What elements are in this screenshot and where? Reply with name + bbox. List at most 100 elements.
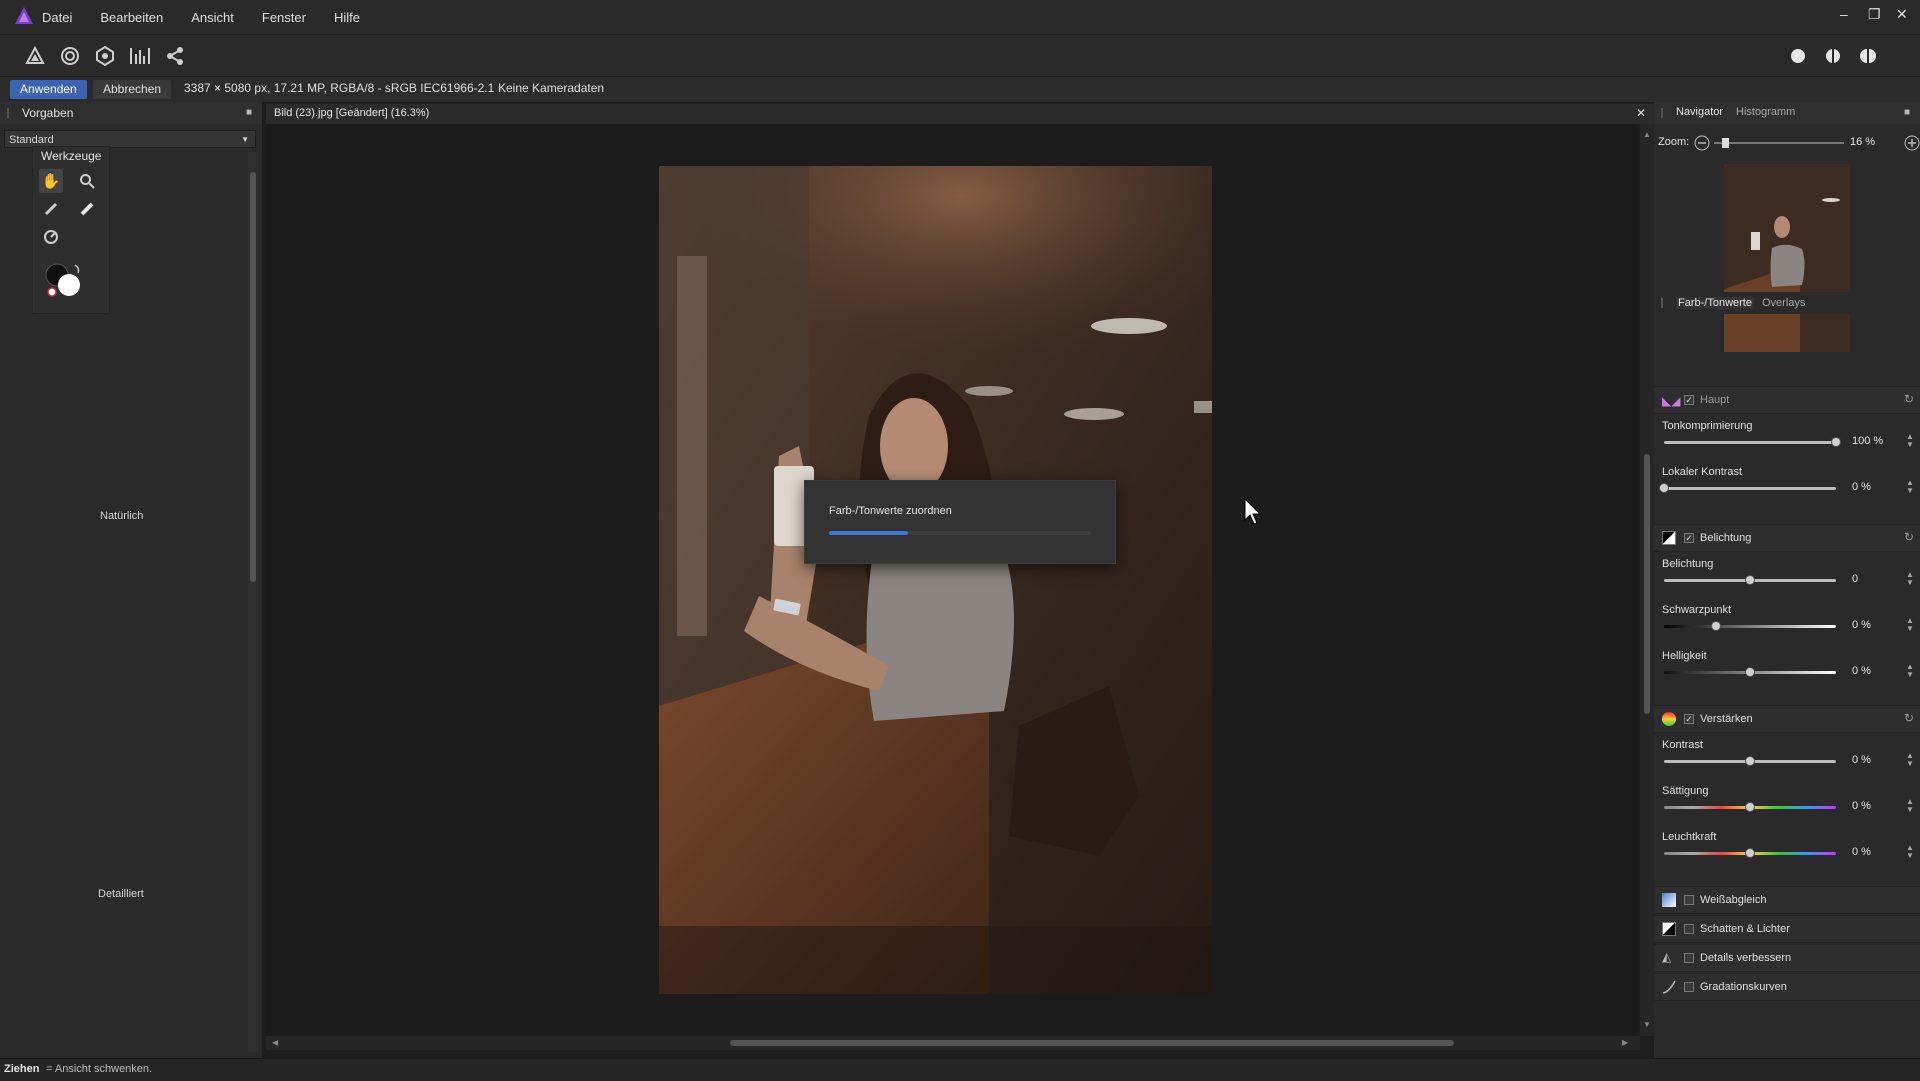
zoom-slider-knob[interactable] [1721, 138, 1729, 148]
exposure-stepper-icon[interactable]: ▲ ▼ [1906, 617, 1914, 633]
preset-detailed[interactable]: Detailliert [98, 888, 144, 900]
scroll-left-icon[interactable]: ◀ [272, 1038, 278, 1047]
histogram-icon[interactable] [127, 43, 153, 69]
mirrored-view-icon[interactable] [1856, 44, 1880, 68]
photo-canvas[interactable] [659, 166, 1212, 994]
document-title[interactable]: Bild (23).jpg [Geändert] (16.3%) [274, 107, 429, 119]
shadows-highlights-checkbox[interactable] [1684, 924, 1694, 934]
erase-brush-tool-icon[interactable] [75, 197, 99, 221]
exposure-slider-knob[interactable] [1745, 667, 1755, 677]
enhance-stepper-icon[interactable]: ▲ ▼ [1906, 844, 1914, 860]
presets-scrollbar[interactable] [248, 152, 258, 1052]
zoom-value[interactable]: 16 % [1850, 136, 1875, 148]
scroll-down-icon[interactable]: ▼ [1643, 1020, 1651, 1029]
panel-menu-icon[interactable]: ■ [246, 107, 252, 118]
close-window-button[interactable]: ✕ [1896, 6, 1908, 23]
exposure-checkbox[interactable]: ✓ [1684, 533, 1694, 543]
tab-tone[interactable]: Farb-/Tonwerte [1676, 297, 1754, 309]
details-checkbox[interactable] [1684, 953, 1694, 963]
preset-natural[interactable]: Natürlich [100, 510, 143, 522]
menu-hilfe[interactable]: Hilfe [334, 10, 360, 25]
canvas-horizontal-scrollbar-thumb[interactable] [730, 1040, 1454, 1046]
presets-scrollbar-thumb[interactable] [250, 172, 256, 582]
panel-grip-icon[interactable] [1661, 298, 1663, 308]
canvas-vertical-scrollbar[interactable]: ▲ ▼ [1640, 124, 1654, 1036]
split-view-icon[interactable] [1821, 44, 1845, 68]
tone-mapping-persona-icon[interactable] [57, 43, 83, 69]
enhance-checkbox[interactable]: ✓ [1684, 714, 1694, 724]
canvas-vertical-scrollbar-thumb[interactable] [1644, 454, 1650, 714]
main-slider-track[interactable] [1664, 441, 1836, 444]
enhance-slider-value[interactable]: 0 % [1852, 800, 1871, 812]
section-curves[interactable]: Gradationskurven [1654, 973, 1920, 1001]
main-slider-value[interactable]: 100 % [1852, 435, 1883, 447]
zoom-slider[interactable] [1714, 138, 1844, 148]
exposure-slider-knob[interactable] [1710, 621, 1721, 631]
close-document-icon[interactable]: ✕ [1636, 106, 1646, 120]
enhance-slider-value[interactable]: 0 % [1852, 754, 1871, 766]
cancel-button[interactable]: Abbrechen [93, 80, 172, 99]
panel-grip-icon[interactable] [1661, 108, 1663, 118]
export-persona-icon[interactable] [92, 43, 118, 69]
brush-tool-icon[interactable] [39, 197, 63, 221]
section-shadows-highlights[interactable]: Schatten & Lichter [1654, 915, 1920, 943]
enhance-slider-value[interactable]: 0 % [1852, 846, 1871, 858]
reset-icon[interactable]: ↻ [1904, 530, 1914, 544]
zoom-out-icon[interactable] [1694, 135, 1710, 151]
exposure-slider-value[interactable]: 0 % [1852, 665, 1871, 677]
section-white-balance[interactable]: Weißabgleich [1654, 886, 1920, 914]
section-enhance[interactable]: ✓ Verstärken ↻ [1654, 705, 1920, 733]
main-slider-knob[interactable] [1831, 437, 1841, 447]
main-stepper-icon[interactable]: ▲ ▼ [1906, 433, 1914, 449]
reset-icon[interactable]: ↻ [1904, 711, 1914, 725]
main-slider-knob[interactable] [1659, 483, 1669, 493]
exposure-slider-value[interactable]: 0 % [1852, 619, 1871, 631]
main-slider-track[interactable] [1664, 487, 1836, 490]
zoom-in-icon[interactable] [1904, 135, 1920, 151]
white-balance-checkbox[interactable] [1684, 895, 1694, 905]
exposure-stepper-icon[interactable]: ▲ ▼ [1906, 571, 1914, 587]
main-slider-value[interactable]: 0 % [1852, 481, 1871, 493]
color-swatch[interactable] [45, 261, 85, 301]
develop-persona-icon[interactable] [22, 43, 48, 69]
enhance-stepper-icon[interactable]: ▲ ▼ [1906, 798, 1914, 814]
tab-navigator[interactable]: Navigator [1676, 106, 1723, 118]
navigator-thumbnail[interactable] [1724, 164, 1850, 352]
enhance-slider-knob[interactable] [1745, 848, 1755, 858]
panel-grip-icon[interactable] [7, 108, 9, 118]
panel-menu-icon[interactable]: ■ [1904, 107, 1910, 118]
tab-vorgaben[interactable]: Vorgaben [22, 106, 73, 120]
menu-ansicht[interactable]: Ansicht [191, 10, 234, 25]
section-main[interactable]: ◣◢ ✓ Haupt ↻ [1654, 386, 1920, 414]
brush-settings-tool-icon[interactable] [39, 225, 63, 249]
menu-bearbeiten[interactable]: Bearbeiten [100, 10, 163, 25]
share-icon[interactable] [162, 43, 188, 69]
enhance-stepper-icon[interactable]: ▲ ▼ [1906, 752, 1914, 768]
tab-histogram[interactable]: Histogramm [1736, 106, 1795, 118]
exposure-slider-value[interactable]: 0 [1852, 573, 1858, 585]
exposure-slider-track[interactable] [1664, 625, 1836, 628]
menu-fenster[interactable]: Fenster [262, 10, 306, 25]
apply-button[interactable]: Anwenden [10, 80, 87, 99]
single-view-icon[interactable] [1786, 44, 1810, 68]
scroll-up-icon[interactable]: ▲ [1643, 130, 1651, 139]
section-exposure[interactable]: ✓ Belichtung ↻ [1654, 524, 1920, 552]
reset-icon[interactable]: ↻ [1904, 392, 1914, 406]
enhance-slider-knob[interactable] [1745, 802, 1755, 812]
tab-overlays[interactable]: Overlays [1762, 297, 1805, 309]
minimize-button[interactable]: – [1840, 6, 1848, 22]
zoom-tool-icon[interactable] [75, 169, 99, 193]
exposure-stepper-icon[interactable]: ▲ ▼ [1906, 663, 1914, 679]
restore-button[interactable]: ❐ [1868, 6, 1881, 23]
curves-checkbox[interactable] [1684, 982, 1694, 992]
app-logo-icon[interactable] [14, 6, 34, 26]
menu-datei[interactable]: Datei [42, 10, 72, 25]
main-checkbox[interactable]: ✓ [1684, 395, 1694, 405]
canvas-horizontal-scrollbar[interactable]: ◀ ▶ [266, 1036, 1640, 1050]
scroll-right-icon[interactable]: ▶ [1622, 1038, 1628, 1047]
hand-tool-icon[interactable]: ✋ [39, 169, 63, 193]
exposure-slider-knob[interactable] [1745, 575, 1755, 585]
main-stepper-icon[interactable]: ▲ ▼ [1906, 479, 1914, 495]
section-details[interactable]: ◭ Details verbessern [1654, 944, 1920, 972]
enhance-slider-knob[interactable] [1745, 756, 1755, 766]
